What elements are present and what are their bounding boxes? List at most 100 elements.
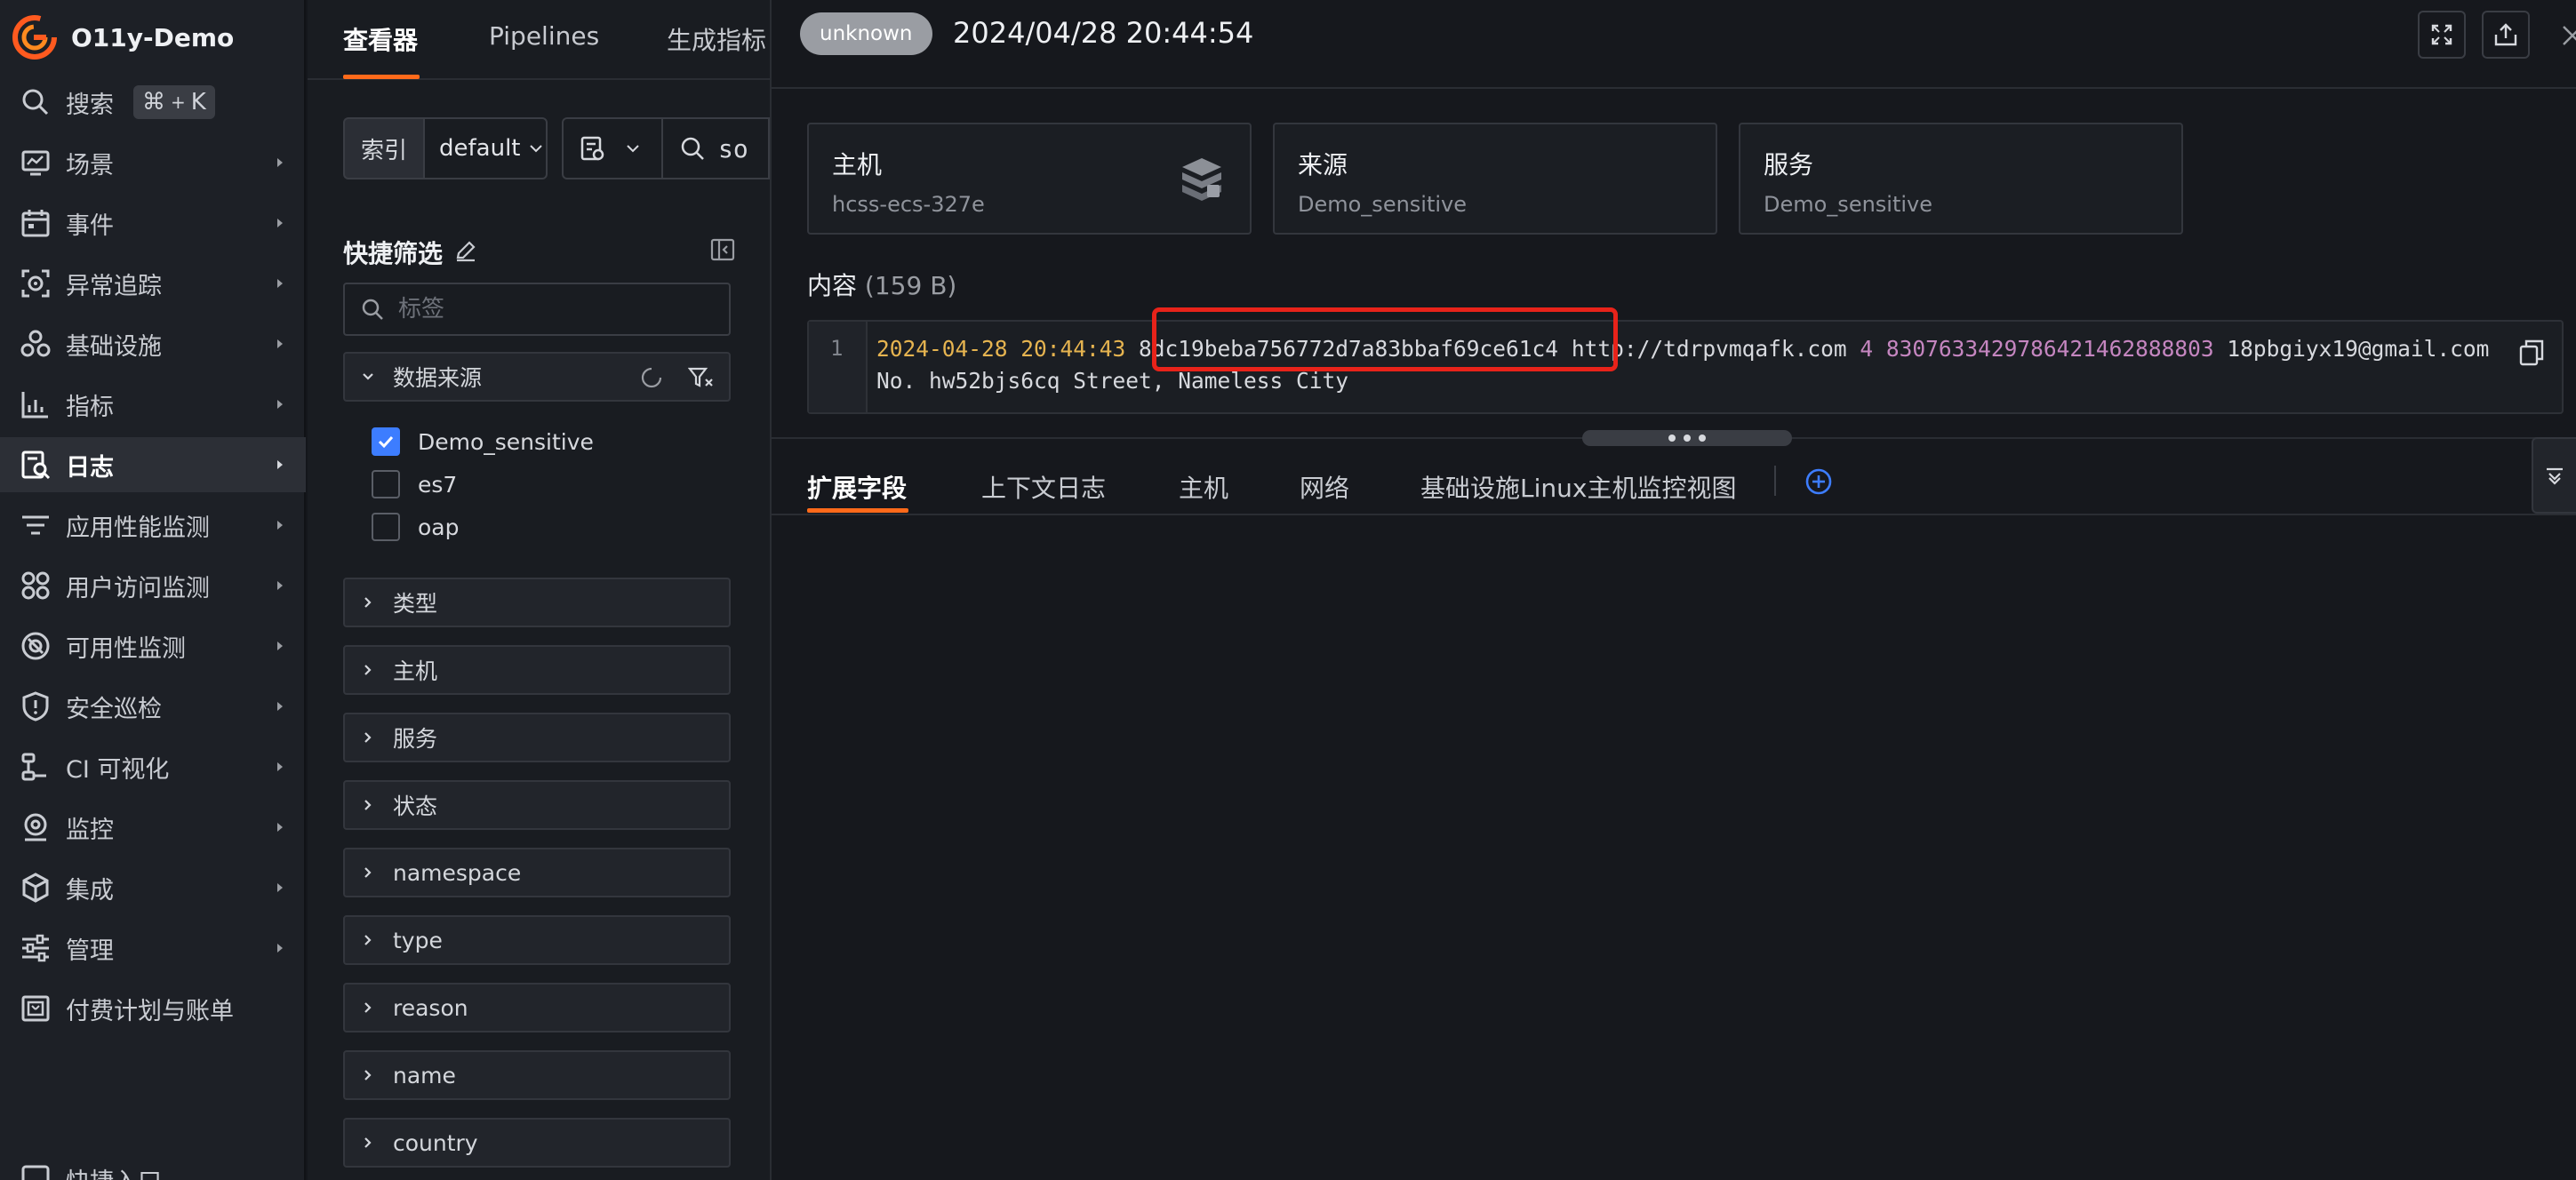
facet-host[interactable]: 主机 — [343, 645, 731, 695]
copy-icon[interactable] — [2517, 338, 2546, 368]
nav-item-billing[interactable]: 付费计划与账单 — [0, 981, 306, 1036]
card-title: 来源 — [1298, 150, 1348, 179]
nav-item-security[interactable]: 安全巡检 — [0, 679, 306, 734]
nav-item-shortcuts[interactable]: 快捷入口 — [0, 1152, 306, 1180]
log-timestamp: 2024-04-28 20:44:43 — [876, 336, 1126, 362]
facet-service[interactable]: 服务 — [343, 713, 731, 762]
tab-network[interactable]: 网络 — [1300, 469, 1349, 505]
nav-item-ci[interactable]: CI 可视化 — [0, 739, 306, 794]
caret-right-icon — [277, 279, 283, 288]
checkbox[interactable] — [372, 513, 400, 541]
tab-linux-host-view[interactable]: 基础设施Linux主机监控视图 — [1420, 469, 1736, 505]
chevron-right-icon — [364, 1070, 372, 1080]
checkbox-checked[interactable] — [372, 427, 400, 456]
facet-label: namespace — [393, 859, 522, 886]
sliders-icon — [22, 934, 49, 962]
tab-generate-metrics[interactable]: 生成指标 — [667, 21, 766, 57]
loading-icon[interactable] — [640, 366, 663, 389]
caret-right-icon — [277, 219, 283, 227]
chevron-right-icon — [364, 1002, 372, 1013]
fullscreen-button[interactable] — [2418, 11, 2466, 59]
edit-icon[interactable] — [453, 238, 478, 263]
cluster-icon — [20, 330, 51, 357]
clear-filter-icon[interactable] — [688, 366, 715, 389]
side-expand-button[interactable] — [2532, 437, 2576, 514]
service-card[interactable]: 服务 Demo_sensitive — [1739, 123, 2183, 235]
nav-item-apm[interactable]: 应用性能监测 — [0, 498, 306, 553]
facet-type[interactable]: type — [343, 915, 731, 965]
facet-type-cn[interactable]: 类型 — [343, 578, 731, 627]
share-button[interactable] — [2482, 11, 2530, 59]
host-card[interactable]: 主机 hcss-ecs-327e — [807, 123, 1252, 235]
close-icon[interactable] — [2555, 20, 2576, 48]
facet-namespace[interactable]: namespace — [343, 848, 731, 897]
data-source-option[interactable]: Demo_sensitive — [372, 427, 594, 456]
tab-viewer[interactable]: 查看器 — [343, 21, 418, 57]
brand-title: O11y-Demo — [71, 22, 235, 52]
query-bar: 索引 default so — [343, 117, 770, 179]
tab-extended-fields[interactable]: 扩展字段 — [807, 469, 907, 505]
nav-item-error-tracking[interactable]: 异常追踪 — [0, 256, 306, 311]
nav-search[interactable]: 搜索 ⌘ + K — [0, 75, 306, 130]
checkbox[interactable] — [372, 470, 400, 498]
nav-item-label: 应用性能监测 — [66, 514, 210, 542]
query-type-button[interactable] — [562, 117, 663, 179]
facet-tools — [640, 366, 715, 389]
nav-item-label: CI 可视化 — [66, 755, 170, 784]
brand[interactable]: O11y-Demo — [12, 12, 234, 62]
chevron-down-icon — [363, 373, 373, 380]
log-content-block[interactable]: 1 2024-04-28 20:44:43 8dc19beba756772d7a… — [807, 307, 2564, 414]
active-tab-indicator — [807, 508, 908, 513]
tag-search-input[interactable] — [398, 296, 718, 323]
log-search-icon — [21, 450, 51, 480]
caret-right-icon — [277, 642, 283, 650]
server-stack-icon — [1182, 158, 1221, 201]
shortcut-cmd: ⌘ — [142, 89, 165, 116]
add-tab-icon[interactable] — [1804, 467, 1833, 496]
nav-item-label: 事件 — [66, 211, 114, 240]
tab-host[interactable]: 主机 — [1179, 469, 1228, 505]
tab-pipelines[interactable]: Pipelines — [489, 21, 599, 51]
query-input[interactable]: so — [663, 117, 770, 179]
log-number: 4 — [1860, 336, 1874, 362]
nav-item-rum[interactable]: 用户访问监测 — [0, 558, 306, 613]
data-source-option[interactable]: oap — [372, 513, 459, 541]
nav-item-management[interactable]: 管理 — [0, 921, 306, 976]
caret-right-icon — [277, 823, 283, 832]
tab-context-logs[interactable]: 上下文日志 — [981, 469, 1106, 505]
nav-item-label: 场景 — [66, 151, 114, 179]
nav-item-metrics[interactable]: 指标 — [0, 377, 306, 432]
facet-label: reason — [393, 994, 468, 1021]
caret-right-icon — [277, 521, 283, 530]
facet-label: 类型 — [393, 591, 438, 617]
chevron-right-icon — [364, 597, 372, 608]
nav-item-integration[interactable]: 集成 — [0, 860, 306, 915]
card-value: Demo_sensitive — [1298, 192, 1468, 217]
facet-reason[interactable]: reason — [343, 983, 731, 1032]
caret-right-icon — [277, 702, 283, 711]
facet-name[interactable]: name — [343, 1050, 731, 1100]
nav-item-scene[interactable]: 场景 — [0, 135, 306, 190]
log-number-long: 8307633429786421462888803 — [1885, 336, 2214, 362]
collapse-panel-icon[interactable] — [709, 236, 736, 263]
nav-item-logs[interactable]: 日志 — [0, 437, 306, 492]
facet-country[interactable]: country — [343, 1118, 731, 1168]
nav-item-infrastructure[interactable]: 基础设施 — [0, 316, 306, 371]
quick-filter-panel: 查看器 Pipelines 生成指标 索引 default so 快捷筛选 数据… — [308, 0, 770, 1180]
index-select[interactable]: default — [423, 117, 548, 179]
source-card[interactable]: 来源 Demo_sensitive — [1273, 123, 1717, 235]
log-line-1: 2024-04-28 20:44:43 8dc19beba756772d7a83… — [876, 336, 2489, 362]
nav-item-monitoring[interactable]: 监控 — [0, 800, 306, 855]
facet-data-source[interactable]: 数据来源 — [343, 352, 731, 402]
quick-filter-header: 快捷筛选 — [343, 233, 736, 268]
caret-right-icon — [277, 762, 283, 771]
data-source-option[interactable]: es7 — [372, 470, 457, 498]
facet-status[interactable]: 状态 — [343, 780, 731, 830]
nav-item-label: 付费计划与账单 — [66, 997, 234, 1025]
resize-handle[interactable] — [1582, 430, 1792, 446]
log-line-2: No. hw52bjs6cq Street, Nameless City — [876, 368, 1349, 394]
nav-item-availability[interactable]: 可用性监测 — [0, 618, 306, 674]
content-heading: 内容 (159 B) — [807, 267, 956, 302]
nav-item-events[interactable]: 事件 — [0, 195, 306, 251]
facet-label: type — [393, 927, 443, 953]
